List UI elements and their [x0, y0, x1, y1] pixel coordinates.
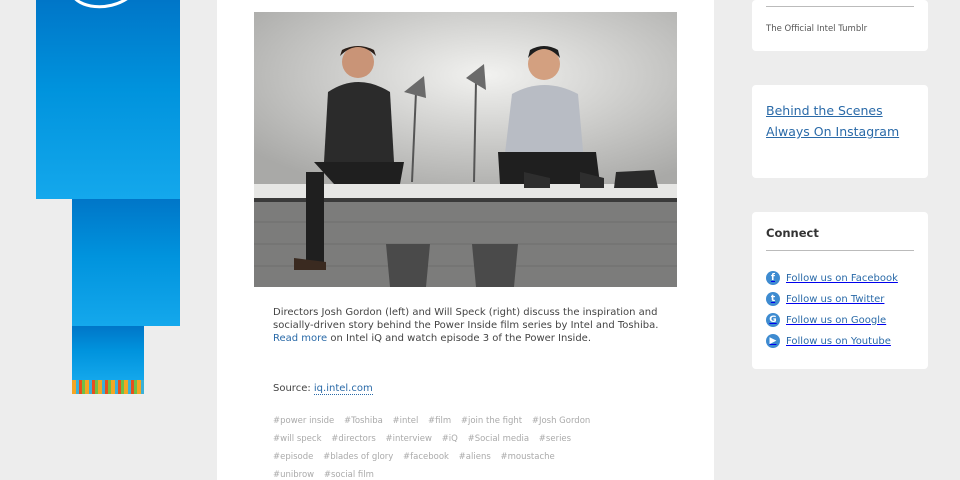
instagram-link[interactable]: Behind the Scenes Always On Instagram — [766, 100, 916, 142]
post-caption: Directors Josh Gordon (left) and Will Sp… — [273, 306, 663, 345]
source-link[interactable]: iq.intel.com — [313, 383, 373, 395]
tag-link[interactable]: #social film — [324, 470, 374, 480]
tag-link[interactable]: #will speck — [273, 434, 322, 444]
tag-link[interactable]: #interview — [385, 434, 432, 444]
post-card: Directors Josh Gordon (left) and Will Sp… — [217, 0, 714, 480]
tag-link[interactable]: #join the fight — [461, 416, 522, 426]
post-tags: #power inside #Toshiba #intel #film #joi… — [273, 412, 603, 480]
twitter-icon: t — [766, 292, 780, 306]
facebook-link[interactable]: f Follow us on Facebook — [766, 270, 926, 286]
youtube-label: Follow us on Youtube — [786, 335, 891, 347]
post-source: Source: iq.intel.com — [273, 383, 373, 395]
caption-text: Directors Josh Gordon (left) and Will Sp… — [273, 307, 659, 331]
youtube-icon: ▶ — [766, 334, 780, 348]
logo-swoosh-icon — [74, 0, 128, 9]
logo-block-bottom — [72, 326, 144, 381]
read-more-link[interactable]: Read more — [273, 333, 327, 344]
tag-link[interactable]: #facebook — [403, 452, 449, 462]
tumblr-card: The Official Intel Tumblr — [752, 0, 928, 51]
logo-block-top — [36, 0, 180, 199]
tag-link[interactable]: #unibrow — [273, 470, 314, 480]
tag-link[interactable]: #Josh Gordon — [532, 416, 590, 426]
tag-link[interactable]: #intel — [393, 416, 419, 426]
tag-link[interactable]: #film — [428, 416, 451, 426]
tag-link[interactable]: #iQ — [442, 434, 458, 444]
post-photo[interactable] — [254, 12, 677, 287]
tag-link[interactable]: #aliens — [459, 452, 491, 462]
youtube-link[interactable]: ▶ Follow us on Youtube — [766, 333, 926, 349]
google-link[interactable]: G Follow us on Google — [766, 312, 926, 328]
google-icon: G — [766, 313, 780, 327]
intel-logo[interactable] — [36, 0, 181, 395]
tag-link[interactable]: #episode — [273, 452, 313, 462]
tag-link[interactable]: #series — [539, 434, 571, 444]
facebook-icon: f — [766, 271, 780, 285]
tag-link[interactable]: #moustache — [500, 452, 554, 462]
source-label: Source: — [273, 383, 314, 394]
tag-link[interactable]: #Social media — [468, 434, 530, 444]
instagram-card: Behind the Scenes Always On Instagram — [752, 85, 928, 178]
google-label: Follow us on Google — [786, 314, 887, 326]
connect-heading: Connect — [766, 226, 819, 240]
divider — [766, 6, 914, 7]
directors-photo-image — [254, 12, 677, 287]
facebook-label: Follow us on Facebook — [786, 272, 898, 284]
caption-tail: on Intel iQ and watch episode 3 of the P… — [327, 333, 592, 344]
tumblr-description: The Official Intel Tumblr — [766, 24, 868, 34]
logo-chip-strip — [72, 380, 144, 394]
connect-card: Connect f Follow us on Facebook t Follow… — [752, 212, 928, 369]
tag-link[interactable]: #Toshiba — [344, 416, 383, 426]
twitter-link[interactable]: t Follow us on Twitter — [766, 291, 926, 307]
twitter-label: Follow us on Twitter — [786, 293, 885, 305]
tag-link[interactable]: #power inside — [273, 416, 334, 426]
divider — [766, 250, 914, 251]
tag-link[interactable]: #blades of glory — [323, 452, 393, 462]
tag-link[interactable]: #directors — [331, 434, 376, 444]
logo-block-middle — [72, 199, 180, 326]
